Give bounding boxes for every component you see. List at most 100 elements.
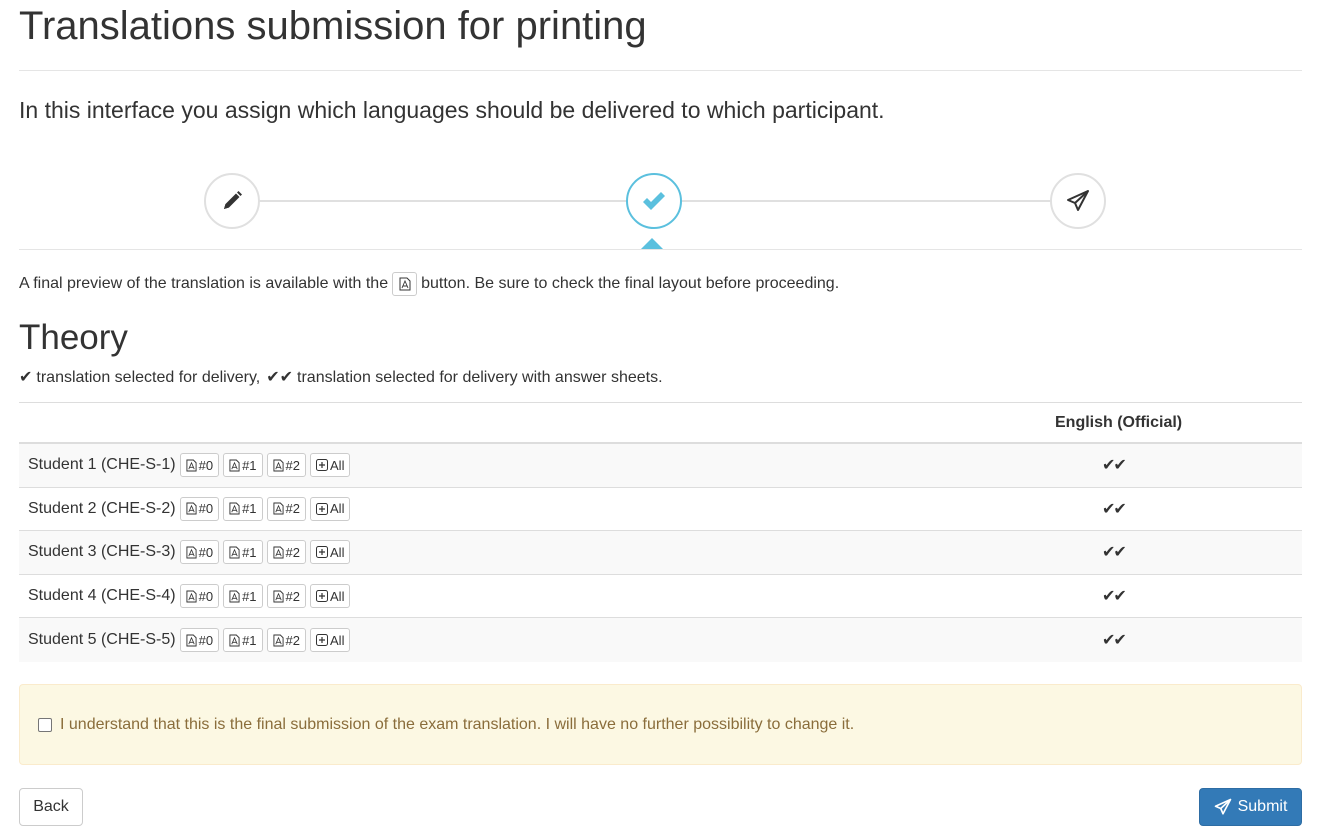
info-text-before: A final preview of the translation is av… xyxy=(19,275,389,292)
paper-plane-icon xyxy=(1214,798,1231,815)
pdf-preview-button[interactable]: #1 xyxy=(223,628,263,653)
file-pdf-icon xyxy=(186,590,197,603)
pdf-preview-button[interactable]: #0 xyxy=(179,496,220,521)
file-pdf-icon xyxy=(229,546,240,559)
plus-square-icon xyxy=(316,634,329,647)
button-label: #1 xyxy=(242,632,257,648)
pdf-preview-button[interactable]: #0 xyxy=(179,540,220,565)
submit-label: Submit xyxy=(1237,798,1288,815)
wizard-step-review[interactable] xyxy=(626,173,682,229)
wizard-step-submit[interactable] xyxy=(1050,173,1106,229)
button-label: #2 xyxy=(285,588,301,604)
legend-single-text: translation selected for delivery, xyxy=(36,369,261,386)
page-title: Translations submission for printing xyxy=(19,4,647,48)
plus-square-icon xyxy=(316,502,329,515)
page-lead: In this interface you assign which langu… xyxy=(19,97,885,123)
button-label: All xyxy=(330,457,345,473)
pdf-preview-button[interactable]: #2 xyxy=(266,628,307,653)
student-name: Student 4 (CHE-S-4) xyxy=(28,587,176,605)
student-name: Student 1 (CHE-S-1) xyxy=(28,456,176,474)
delivery-selection-toggle[interactable]: ✔✔ xyxy=(1102,542,1127,562)
single-check-icon: ✔ xyxy=(19,369,33,386)
file-pdf-icon xyxy=(273,546,284,559)
checkmark-icon xyxy=(643,192,665,210)
pdf-preview-sample-button xyxy=(392,272,418,296)
delivery-selection-toggle[interactable]: ✔✔ xyxy=(1102,499,1127,519)
file-pdf-icon xyxy=(273,459,284,472)
print-all-button[interactable]: All xyxy=(310,496,351,521)
plus-square-icon xyxy=(316,459,329,472)
button-label: #2 xyxy=(285,457,301,473)
student-name: Student 2 (CHE-S-2) xyxy=(28,499,176,517)
file-pdf-icon xyxy=(186,546,197,559)
pdf-preview-button[interactable]: #2 xyxy=(266,453,307,478)
pdf-preview-button[interactable]: #0 xyxy=(179,584,220,609)
button-label: #0 xyxy=(198,501,214,517)
pdf-preview-button[interactable]: #1 xyxy=(223,540,263,565)
final-submission-warning: I understand that this is the final subm… xyxy=(19,684,1302,765)
button-label: #2 xyxy=(285,501,301,517)
button-label: #1 xyxy=(242,457,257,473)
pdf-preview-button[interactable]: #0 xyxy=(179,628,220,653)
file-pdf-icon xyxy=(273,634,284,647)
button-label: All xyxy=(330,544,345,560)
back-button[interactable]: Back xyxy=(19,788,83,826)
delivery-selection-toggle[interactable]: ✔✔ xyxy=(1102,586,1127,606)
table-row: Student 1 (CHE-S-1) #0 #1 #2 All ✔✔ xyxy=(19,444,1302,488)
button-label: #0 xyxy=(198,588,214,604)
pdf-preview-button[interactable]: #2 xyxy=(266,496,307,521)
pdf-preview-button[interactable]: #1 xyxy=(223,584,263,609)
file-pdf-icon xyxy=(273,590,284,603)
confirm-checkbox[interactable] xyxy=(38,717,52,732)
submit-button[interactable]: Submit xyxy=(1199,788,1302,826)
print-all-button[interactable]: All xyxy=(310,453,351,478)
pdf-preview-button[interactable]: #2 xyxy=(266,584,307,609)
legend-double-text: translation selected for delivery with a… xyxy=(297,369,663,386)
table-row: Student 2 (CHE-S-2) #0 #1 #2 All ✔✔ xyxy=(19,488,1302,532)
button-label: All xyxy=(330,501,345,517)
button-label: #1 xyxy=(242,501,257,517)
button-label: #2 xyxy=(285,632,301,648)
plus-square-icon xyxy=(316,590,329,603)
page: Translations submission for printing In … xyxy=(0,0,1320,832)
file-pdf-icon xyxy=(229,502,240,515)
button-label: #1 xyxy=(242,544,257,560)
delivery-selection-toggle[interactable]: ✔✔ xyxy=(1102,630,1127,650)
file-pdf-icon xyxy=(399,277,411,291)
print-all-button[interactable]: All xyxy=(310,628,351,653)
print-all-button[interactable]: All xyxy=(310,540,351,565)
divider xyxy=(19,249,1302,250)
file-pdf-icon xyxy=(229,590,240,603)
table-row: Student 3 (CHE-S-3) #0 #1 #2 All ✔✔ xyxy=(19,531,1302,575)
button-label: #0 xyxy=(198,544,214,560)
table-header: English (Official) xyxy=(19,402,1302,444)
file-pdf-icon xyxy=(186,459,197,472)
table-row: Student 5 (CHE-S-5) #0 #1 #2 All ✔✔ xyxy=(19,618,1302,662)
pdf-preview-button[interactable]: #0 xyxy=(179,453,220,478)
pencil-icon xyxy=(224,191,242,209)
button-label: #0 xyxy=(198,632,214,648)
table-row: Student 4 (CHE-S-4) #0 #1 #2 All ✔✔ xyxy=(19,575,1302,619)
student-name: Student 5 (CHE-S-5) xyxy=(28,631,176,649)
wizard-connector xyxy=(258,200,628,202)
paper-plane-icon xyxy=(1067,190,1089,211)
print-all-button[interactable]: All xyxy=(310,584,351,609)
button-label: All xyxy=(330,588,345,604)
wizard-step-edit[interactable] xyxy=(204,173,260,229)
selection-legend: ✔ translation selected for delivery, ✔✔ … xyxy=(19,367,663,389)
delivery-table: English (Official) Student 1 (CHE-S-1) #0… xyxy=(19,402,1302,662)
plus-square-icon xyxy=(316,546,329,559)
file-pdf-icon xyxy=(273,502,284,515)
confirm-text: I understand that this is the final subm… xyxy=(60,715,855,733)
wizard-connector xyxy=(682,200,1052,202)
file-pdf-icon xyxy=(186,502,197,515)
pdf-preview-button[interactable]: #1 xyxy=(223,453,263,478)
delivery-selection-toggle[interactable]: ✔✔ xyxy=(1102,455,1127,475)
pdf-preview-button[interactable]: #1 xyxy=(223,496,263,521)
info-text-after: button. Be sure to check the final layou… xyxy=(421,275,840,292)
file-pdf-icon xyxy=(229,459,240,472)
button-label: All xyxy=(330,632,345,648)
pdf-preview-button[interactable]: #2 xyxy=(266,540,307,565)
double-check-icon: ✔✔ xyxy=(266,369,294,386)
section-title: Theory xyxy=(19,318,128,357)
